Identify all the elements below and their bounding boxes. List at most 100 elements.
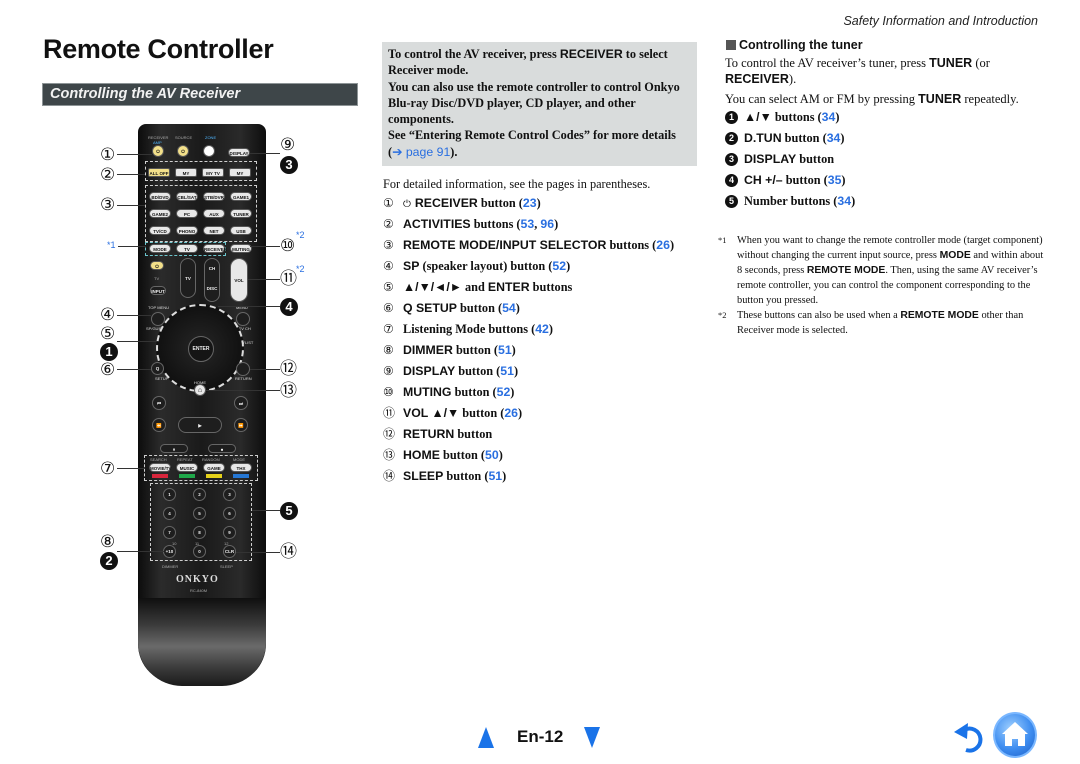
label-eleven: 11 <box>195 541 200 546</box>
page-link[interactable]: 96 <box>540 217 554 231</box>
page-link[interactable]: 52 <box>552 259 566 273</box>
page-link[interactable]: 51 <box>500 364 514 378</box>
receiver-power-button[interactable]: ⏻ <box>152 145 164 157</box>
page-link[interactable]: 23 <box>523 196 537 210</box>
next-page-arrow[interactable] <box>584 727 600 748</box>
page-link[interactable]: 35 <box>828 173 842 187</box>
activity-button[interactable]: MY TV <box>202 168 224 177</box>
rewind-button[interactable]: ⏪ <box>152 418 166 432</box>
color-key-chip[interactable] <box>233 474 249 478</box>
listening-mode-button[interactable]: MOVIE/TV <box>149 463 172 472</box>
page-link[interactable]: 34 <box>837 194 851 208</box>
page-link[interactable]: 42 <box>535 322 549 336</box>
leader-line <box>117 468 144 469</box>
play-button[interactable]: ▶ <box>178 417 222 433</box>
number-button[interactable]: CLR <box>223 545 236 558</box>
tuner-callout-3: 3 <box>280 156 298 174</box>
number-button[interactable]: 9 <box>223 526 236 539</box>
home-button[interactable] <box>993 712 1037 758</box>
page-link[interactable]: 53 <box>521 217 535 231</box>
leader-line <box>250 369 280 370</box>
page-link[interactable]: 50 <box>485 448 499 462</box>
page-link[interactable]: 34 <box>827 131 841 145</box>
pause-button[interactable]: ⏸ <box>160 444 188 453</box>
legend-item: ⑥ Q SETUP button (54) <box>383 300 674 321</box>
callout-number: 1 <box>725 111 738 124</box>
menu-button[interactable] <box>236 312 250 326</box>
input-selector-button[interactable]: NET <box>203 226 225 235</box>
activity-button[interactable]: MY MUSIC <box>229 168 251 185</box>
activity-button[interactable]: ALL OFF <box>148 168 170 177</box>
tv-input-button[interactable]: INPUT <box>150 286 166 295</box>
number-button[interactable]: 3 <box>223 488 236 501</box>
page-link[interactable]: 51 <box>498 343 512 357</box>
input-selector-button[interactable]: CBL/SAT <box>176 192 198 201</box>
input-selector-button[interactable]: PC <box>176 209 198 218</box>
zone-button[interactable] <box>203 145 215 157</box>
text: To control the AV receiver, press <box>388 47 560 61</box>
display-button[interactable]: DISPLAY <box>228 148 250 157</box>
remote-mode-button[interactable]: MUTING <box>230 244 252 253</box>
color-key-chip[interactable] <box>152 474 168 478</box>
listening-mode-button[interactable]: GAME <box>203 463 225 472</box>
page-link[interactable]: 26 <box>656 238 670 252</box>
tuner-callout-5: 5 <box>280 502 298 520</box>
page-link[interactable]: 52 <box>497 385 511 399</box>
remote-mode-button[interactable]: TV <box>176 244 198 253</box>
button-name: DISPLAY <box>744 152 797 166</box>
text: ) <box>536 196 541 210</box>
button-name: RETURN <box>403 427 455 441</box>
listening-mode-button[interactable]: THX <box>230 463 252 472</box>
input-selector-button[interactable]: USB <box>230 226 252 235</box>
text: repeatedly. <box>961 92 1019 106</box>
previous-page-arrow[interactable] <box>478 727 494 748</box>
input-selector-button[interactable]: TV/CD <box>149 226 171 235</box>
source-power-button[interactable]: ⏻ <box>177 145 189 157</box>
next-track-button[interactable]: ⏭ <box>234 396 248 410</box>
direction-pad[interactable]: ENTER <box>156 304 244 392</box>
input-selector-button[interactable]: GAME2 <box>149 209 171 218</box>
stop-button[interactable]: ⏹ <box>208 444 236 453</box>
power-icon: ⏻ <box>403 199 411 210</box>
number-button[interactable]: 7 <box>163 526 176 539</box>
page-link[interactable]: 51 <box>488 469 502 483</box>
number-button[interactable]: 6 <box>223 507 236 520</box>
home-remote-button[interactable]: ⌂ <box>194 384 206 396</box>
tuner-item: 5 Number buttons (34) <box>725 194 855 215</box>
number-button[interactable]: +10 <box>163 545 176 558</box>
input-selector-button[interactable]: AUX <box>203 209 225 218</box>
vol-rocker[interactable]: VOL <box>230 258 248 302</box>
color-key-chip[interactable] <box>206 474 222 478</box>
q-setup-button[interactable]: Q <box>151 362 164 375</box>
legend-item: ⑫ RETURN button <box>383 426 674 447</box>
number-button[interactable]: 8 <box>193 526 206 539</box>
input-selector-button[interactable]: TUNER <box>230 209 252 218</box>
number-button[interactable]: 5 <box>193 507 206 520</box>
number-button[interactable]: 0 <box>193 545 206 558</box>
ch-disc-rocker[interactable]: CH DISC <box>204 258 220 302</box>
footnote-marker: *1 <box>718 235 727 245</box>
color-key-chip[interactable] <box>179 474 195 478</box>
return-button[interactable] <box>236 362 250 376</box>
listening-mode-button[interactable]: MUSIC <box>176 463 198 472</box>
input-selector-button[interactable]: STB/DVR <box>203 192 225 201</box>
number-button[interactable]: 4 <box>163 507 176 520</box>
input-selector-button[interactable]: GAME1 <box>230 192 252 201</box>
back-button[interactable] <box>952 720 986 754</box>
fast-forward-button[interactable]: ⏩ <box>234 418 248 432</box>
remote-mode-button[interactable]: MODE <box>149 244 171 253</box>
activity-button[interactable]: MY MOVIE <box>175 168 197 185</box>
page-link[interactable]: 26 <box>504 406 518 420</box>
tv-power-button[interactable]: ⏻ <box>150 261 164 270</box>
page-link[interactable]: 34 <box>822 110 836 124</box>
remote-mode-button[interactable]: RECEIVER <box>203 244 227 253</box>
previous-track-button[interactable]: ⏮ <box>152 396 166 410</box>
tv-vol-rocker[interactable]: TV VOL <box>180 258 196 321</box>
number-button[interactable]: 1 <box>163 488 176 501</box>
number-button[interactable]: 2 <box>193 488 206 501</box>
enter-button[interactable]: ENTER <box>188 336 214 362</box>
page-91-link[interactable]: ➔ page 91 <box>392 145 450 159</box>
input-selector-button[interactable]: PHONO <box>176 226 198 235</box>
input-selector-button[interactable]: BD/DVD <box>149 192 171 201</box>
page-link[interactable]: 54 <box>502 301 516 315</box>
